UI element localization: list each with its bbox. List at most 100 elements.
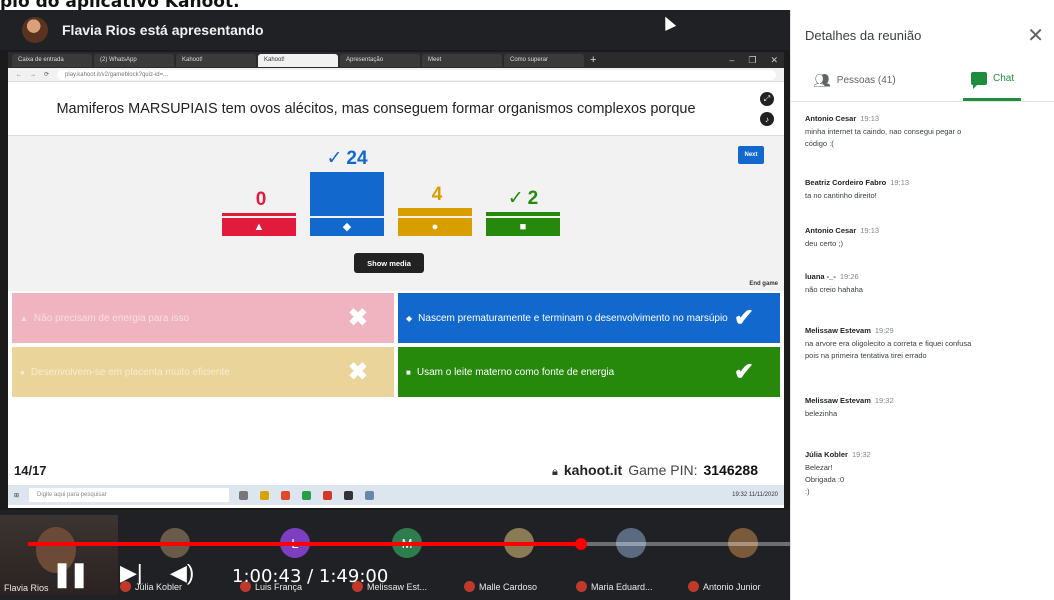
mouse-cursor-icon [659, 14, 677, 31]
file-explorer-icon[interactable] [260, 490, 270, 500]
answer-count: 4 [428, 184, 443, 206]
app-icon[interactable] [365, 490, 375, 500]
answer-bar-fill [398, 208, 472, 216]
back-icon[interactable]: ← [16, 72, 22, 78]
answer-bar-base: ■ [486, 218, 560, 236]
close-window-icon[interactable]: ✕ [770, 55, 778, 66]
game-pin-label: Game PIN: [628, 461, 698, 478]
answer-shape-icon: ● [20, 367, 25, 377]
browser-tab[interactable]: Kahoot! [258, 53, 338, 67]
show-media-button[interactable]: Show media [354, 253, 424, 273]
taskbar-clock: 19:32 11/11/2020 [732, 492, 778, 498]
pause-button[interactable]: ❚❚ [52, 560, 89, 589]
answer-grid: ▲ Não precisam de energia para isso ✖ ◆ Nasc… [8, 291, 784, 399]
chat-sender: Antonio Cesar [805, 114, 857, 123]
answer-shape-icon: ● [431, 220, 439, 233]
answer-shape-icon: ▲ [20, 313, 28, 323]
chat-message-text: pois na primeira tentativa tirei errado [805, 351, 927, 360]
forward-icon[interactable]: → [30, 72, 36, 78]
browser-tab[interactable]: Caixa de entrada [12, 53, 92, 67]
windows-start-icon[interactable]: ⊞ [14, 492, 19, 499]
browser-tab[interactable]: Kahoot! [176, 53, 256, 67]
participant-tile[interactable]: Maria Eduard... [576, 520, 694, 594]
question-text: Mamiferos MARSUPIAIS tem ovos alécitos, … [56, 100, 696, 117]
end-game-link[interactable]: End game [749, 281, 778, 287]
mic-off-icon [464, 581, 475, 592]
game-pin: 3146288 [703, 461, 758, 478]
chat-icon [971, 72, 987, 89]
answer-bar-base: ● [398, 218, 472, 236]
correct-check-icon: ✔ [733, 304, 754, 332]
browser-tab[interactable]: (2) WhatsApp [94, 53, 174, 67]
browser-tab[interactable]: Meet [422, 53, 502, 67]
presenter-banner: Flavia Rios está apresentando [0, 10, 790, 50]
participant-strip: Flavia Rios Júlia KoblerLLuis FrançaMMel… [0, 510, 790, 600]
app-icon[interactable] [344, 490, 354, 500]
new-tab-icon[interactable]: + [590, 54, 596, 66]
app-icon[interactable] [323, 490, 333, 500]
answer-shape-icon: ■ [519, 220, 527, 233]
chat-message-text: Belezar! [805, 463, 833, 472]
participant-tile[interactable]: Antonio Junior [688, 520, 790, 594]
check-icon: ✓ [507, 187, 524, 209]
chat-sender: Antonio Cesar [805, 226, 857, 235]
answer-text: Usam o leite materno como fonte de energ… [416, 366, 615, 378]
video-scrubber-knob[interactable] [575, 538, 587, 550]
answer-bar: ✓ 24 ◆ [310, 147, 384, 236]
chat-message-text: ta no cantinho direito! [805, 191, 877, 200]
video-progress-played [28, 542, 581, 546]
chat-message-header: Beatriz Cordeiro Fabro 19:13 [805, 178, 1045, 187]
sound-icon[interactable]: ♪ [760, 112, 774, 126]
tab-people[interactable]: 👥︎ Pessoas (41) [813, 72, 896, 89]
presenter-label: Flavia Rios está apresentando [62, 22, 264, 38]
tab-chat[interactable]: Chat [971, 72, 1015, 89]
participant-name: Antonio Junior [703, 581, 761, 592]
window-controls: – ❐ ✕ [729, 55, 778, 66]
answer-bars: 0 ▲ ✓ 24 ◆ 4 ● ✓ 2 ■ [222, 136, 560, 236]
video-player[interactable]: Flavia Rios está apresentando Caixa de e… [0, 10, 790, 600]
wrong-cross-icon: ✖ [347, 304, 368, 332]
next-video-button[interactable]: ▶| [120, 560, 143, 586]
results-area: Next 0 ▲ ✓ 24 ◆ 4 ● ✓ 2 ■ Show media End game [8, 136, 784, 291]
url-field[interactable]: play.kahoot.it/v2/gameblock?quiz-id=... [57, 69, 776, 80]
presenter-avatar [22, 17, 48, 43]
browser-addressbar: ← → ⟳ play.kahoot.it/v2/gameblock?quiz-i… [8, 68, 784, 82]
participant-name-row: Maria Eduard... [576, 581, 653, 592]
chat-sender: Júlia Kobler [805, 450, 848, 459]
answer-bar-base: ◆ [310, 218, 384, 236]
chat-sender: Melissaw Estevam [805, 326, 871, 335]
fullscreen-icon[interactable]: ⤢ [760, 92, 774, 106]
answer-shape-icon: ◆ [406, 313, 413, 323]
answer-count: ✓ 24 [326, 147, 367, 170]
tab-chat-label: Chat [993, 73, 1015, 84]
browser-tab[interactable]: Apresentação [340, 53, 420, 67]
check-icon: ✓ [326, 148, 343, 169]
participant-tile[interactable]: Malle Cardoso [464, 520, 582, 594]
browser-tab[interactable]: Como superar [504, 53, 584, 67]
task-view-icon[interactable] [239, 490, 249, 500]
maximize-icon[interactable]: ❐ [748, 55, 756, 66]
close-icon[interactable]: ✕ [1027, 23, 1044, 48]
volume-icon[interactable]: ◀) [170, 560, 194, 586]
question-banner: Mamiferos MARSUPIAIS tem ovos alécitos, … [8, 82, 784, 136]
answer-text: Desenvolvem-se em placenta muito eficien… [30, 366, 230, 378]
answer-count-value: 2 [527, 187, 539, 209]
answer-bar: 0 ▲ [222, 189, 296, 236]
app-icon[interactable] [281, 490, 291, 500]
answer-count-value: 24 [346, 148, 368, 169]
chat-message-text: código :( [805, 139, 834, 148]
taskbar-search[interactable]: Digite aqui para pesquisar [29, 488, 230, 502]
answer-bar: 4 ● [398, 184, 472, 236]
chat-time: 19:13 [860, 114, 880, 123]
answer-count-value: 4 [431, 184, 443, 206]
minimize-icon[interactable]: – [729, 55, 734, 66]
reload-icon[interactable]: ⟳ [44, 71, 49, 78]
screen: plo do aplicativo Kahoot. Flavia Rios es… [0, 0, 1054, 600]
tab-people-label: Pessoas (41) [836, 75, 896, 86]
chat-message-text: belezinha [805, 409, 838, 418]
next-button[interactable]: Next [738, 146, 764, 164]
active-tab-indicator [963, 98, 1021, 101]
chrome-icon[interactable] [302, 490, 312, 500]
correct-check-icon: ✔ [733, 358, 754, 386]
video-time: 1:00:43 / 1:49:00 [232, 566, 389, 587]
